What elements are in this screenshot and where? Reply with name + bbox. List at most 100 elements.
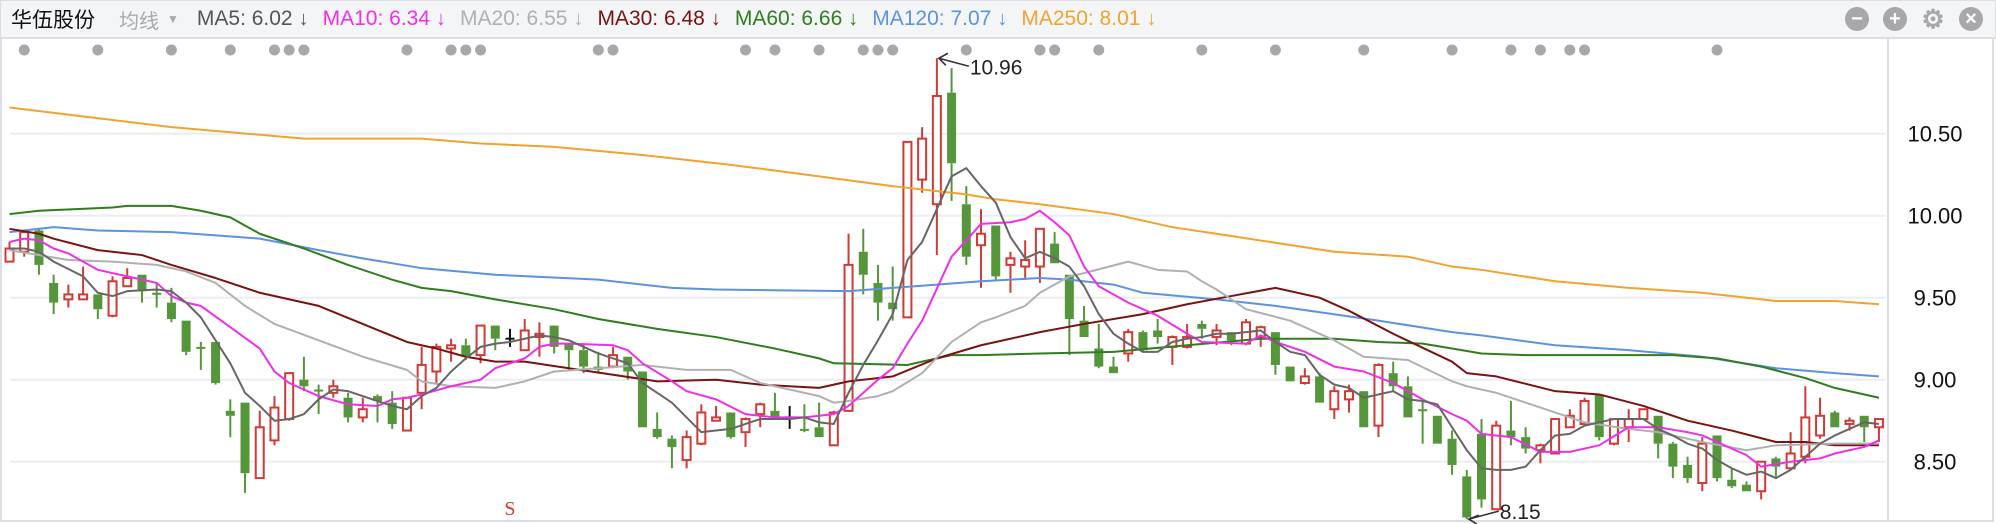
candle-body bbox=[1418, 409, 1428, 412]
candle bbox=[343, 392, 353, 423]
candle-body bbox=[1683, 464, 1693, 479]
candle-body bbox=[1594, 394, 1604, 438]
candle-body bbox=[1623, 418, 1634, 429]
event-marker bbox=[1049, 44, 1061, 56]
candle bbox=[4, 241, 15, 263]
candle-body bbox=[1138, 332, 1148, 351]
candle-body bbox=[401, 396, 412, 432]
event-marker bbox=[401, 44, 413, 56]
candle-body bbox=[1153, 330, 1163, 338]
candle-body bbox=[961, 204, 971, 257]
candle-body bbox=[1830, 412, 1840, 428]
candle-body bbox=[1315, 376, 1325, 403]
event-marker bbox=[445, 44, 457, 56]
event-marker bbox=[1579, 44, 1591, 56]
candle-body bbox=[726, 412, 736, 438]
candle bbox=[1373, 363, 1384, 438]
candle bbox=[357, 397, 368, 423]
candle bbox=[475, 324, 486, 364]
candle bbox=[387, 391, 397, 429]
candle bbox=[240, 402, 250, 493]
candle bbox=[299, 356, 309, 392]
event-marker bbox=[887, 44, 899, 56]
candle bbox=[726, 412, 736, 439]
candle bbox=[63, 284, 74, 308]
candle bbox=[254, 410, 265, 480]
candle bbox=[1462, 469, 1472, 520]
event-marker bbox=[298, 44, 310, 56]
event-marker bbox=[872, 44, 884, 56]
candle bbox=[1859, 415, 1869, 443]
low-price-annotation: 8.15 bbox=[1500, 501, 1541, 524]
candle-body bbox=[505, 337, 515, 340]
y-tick-label: 9.00 bbox=[1914, 368, 1957, 393]
candle bbox=[519, 319, 530, 352]
candle-body bbox=[1034, 227, 1045, 268]
candle-body bbox=[166, 302, 176, 320]
candle bbox=[1815, 397, 1826, 439]
event-marker bbox=[1446, 44, 1458, 56]
candle-body bbox=[1668, 443, 1678, 467]
candle bbox=[917, 127, 928, 193]
event-marker bbox=[1534, 44, 1546, 56]
candle bbox=[1388, 361, 1398, 392]
candle-body bbox=[490, 325, 500, 339]
candle-body bbox=[152, 292, 162, 295]
candle bbox=[991, 225, 1001, 282]
candle-body bbox=[1064, 274, 1074, 320]
candle-body bbox=[1299, 375, 1310, 384]
candle-body bbox=[1638, 408, 1649, 421]
candle-body bbox=[1344, 390, 1355, 401]
candle-body bbox=[902, 140, 913, 319]
event-marker bbox=[224, 44, 236, 56]
event-marker bbox=[1358, 44, 1370, 56]
candle bbox=[505, 328, 515, 347]
candle-body bbox=[446, 344, 457, 350]
candle bbox=[1653, 415, 1663, 459]
candle-body bbox=[873, 282, 883, 303]
candle bbox=[1741, 481, 1751, 492]
candle-body bbox=[254, 426, 265, 480]
candle bbox=[1285, 366, 1295, 382]
candle bbox=[78, 266, 89, 301]
candle bbox=[490, 325, 500, 351]
candle bbox=[1094, 323, 1104, 369]
candle-body bbox=[711, 416, 722, 422]
event-marker bbox=[1196, 44, 1208, 56]
candle-body bbox=[814, 427, 824, 438]
event-marker bbox=[607, 44, 619, 56]
candle-body bbox=[667, 438, 677, 447]
candle-body bbox=[1608, 418, 1619, 445]
candle-body bbox=[1447, 438, 1457, 465]
candle bbox=[1432, 415, 1442, 444]
y-tick-label: 8.50 bbox=[1914, 450, 1957, 475]
candle-body bbox=[1005, 257, 1016, 266]
candle bbox=[931, 58, 942, 256]
candle bbox=[446, 338, 457, 362]
candle bbox=[1064, 274, 1074, 356]
event-marker bbox=[1034, 44, 1046, 56]
candle-body bbox=[1491, 424, 1502, 511]
candle bbox=[1079, 305, 1089, 338]
candlestick-chart[interactable]: 8.50 9.00 9.50 10.00 10.50 S 10.96 8.15 bbox=[0, 0, 1996, 524]
candle bbox=[770, 392, 780, 420]
candle-body bbox=[579, 350, 589, 367]
candle bbox=[1153, 319, 1163, 344]
candle-body bbox=[1462, 476, 1472, 518]
candle-body bbox=[1741, 484, 1751, 492]
candle-body bbox=[681, 436, 692, 462]
candle-body bbox=[240, 402, 250, 474]
high-price-annotation: 10.96 bbox=[970, 56, 1023, 79]
candle-body bbox=[1477, 433, 1486, 500]
candle-body bbox=[1815, 414, 1826, 437]
candle bbox=[1638, 408, 1649, 421]
candle bbox=[1167, 335, 1178, 365]
candle-body bbox=[314, 389, 324, 392]
event-marker bbox=[475, 44, 487, 56]
candle-body bbox=[78, 293, 89, 301]
candle bbox=[1521, 427, 1531, 454]
candle-body bbox=[1844, 419, 1855, 425]
event-marker bbox=[92, 44, 104, 56]
y-tick-label: 10.00 bbox=[1907, 204, 1962, 229]
candle-body bbox=[858, 251, 868, 275]
